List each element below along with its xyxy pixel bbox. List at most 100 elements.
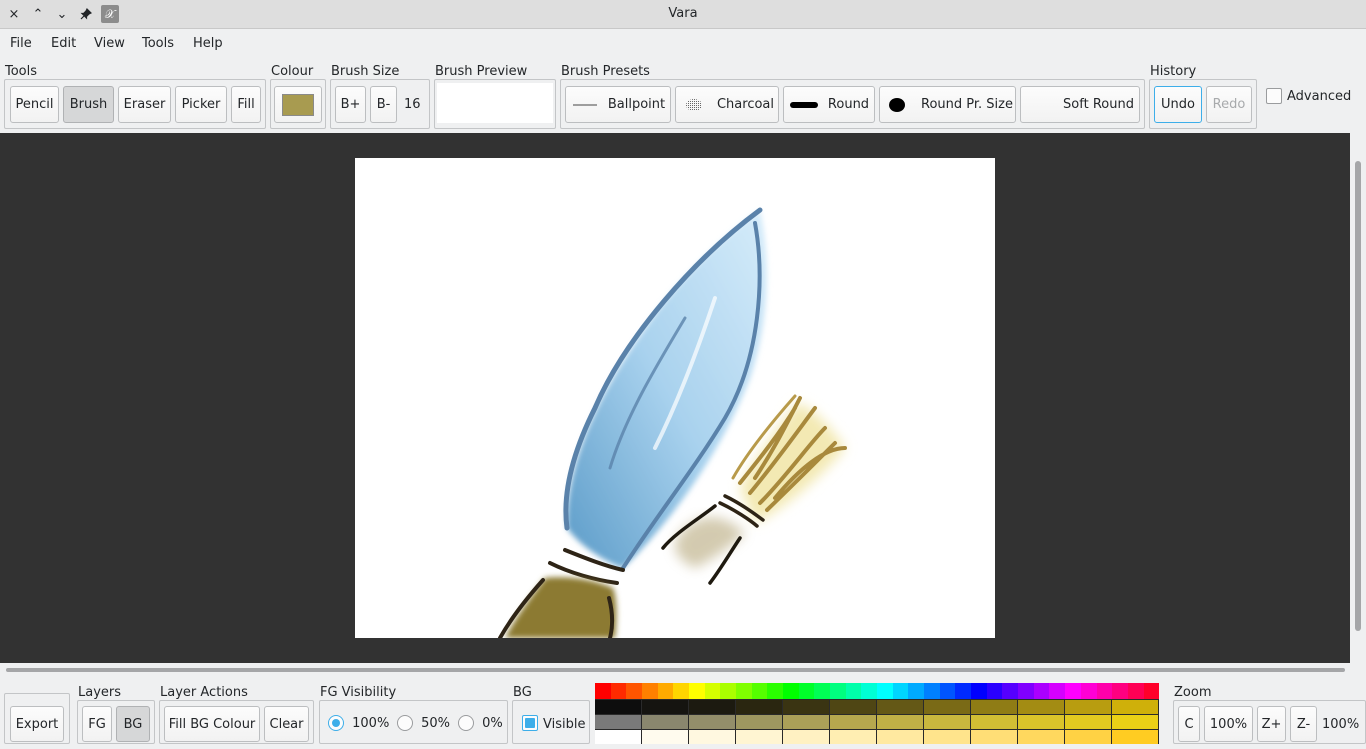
- palette-swatch[interactable]: [642, 699, 689, 714]
- palette-swatch[interactable]: [736, 714, 783, 729]
- palette-swatch[interactable]: [736, 683, 752, 699]
- export-button[interactable]: Export: [10, 706, 64, 742]
- palette-swatch[interactable]: [924, 729, 971, 744]
- palette-shade-rows[interactable]: [595, 699, 1159, 744]
- palette-swatch[interactable]: [830, 714, 877, 729]
- palette-swatch[interactable]: [595, 729, 642, 744]
- palette-swatch[interactable]: [1112, 729, 1159, 744]
- colour-button[interactable]: [274, 86, 322, 123]
- palette-swatch[interactable]: [877, 714, 924, 729]
- menu-help[interactable]: Help: [193, 36, 223, 51]
- palette-swatch[interactable]: [971, 699, 1018, 714]
- palette-swatch[interactable]: [689, 683, 705, 699]
- tool-brush-button[interactable]: Brush: [63, 86, 114, 123]
- palette-swatch[interactable]: [783, 683, 799, 699]
- palette-swatch[interactable]: [877, 699, 924, 714]
- tool-picker-button[interactable]: Picker: [175, 86, 227, 123]
- palette-swatch[interactable]: [1018, 699, 1065, 714]
- brush-size-decrease-button[interactable]: B-: [370, 86, 397, 123]
- palette-swatch[interactable]: [939, 683, 956, 699]
- palette-swatch[interactable]: [736, 729, 783, 744]
- palette-swatch[interactable]: [971, 729, 1018, 744]
- palette-swatch[interactable]: [1002, 683, 1019, 699]
- palette-swatch[interactable]: [751, 683, 768, 699]
- palette-swatch[interactable]: [595, 714, 642, 729]
- layer-fg-button[interactable]: FG: [82, 706, 112, 742]
- preset-charcoal-button[interactable]: Charcoal: [675, 86, 779, 123]
- palette-swatch[interactable]: [798, 683, 815, 699]
- palette-swatch[interactable]: [783, 729, 830, 744]
- fg-visibility-100-option[interactable]: 100%: [328, 715, 389, 731]
- brush-size-increase-button[interactable]: B+: [335, 86, 366, 123]
- preset-ballpoint-button[interactable]: Ballpoint: [565, 86, 671, 123]
- palette-swatch[interactable]: [704, 683, 721, 699]
- palette-swatch[interactable]: [1065, 714, 1112, 729]
- palette-swatch[interactable]: [971, 714, 1018, 729]
- fg-visibility-0-radio[interactable]: [458, 715, 474, 731]
- palette-swatch[interactable]: [924, 714, 971, 729]
- palette-swatch[interactable]: [642, 683, 658, 699]
- palette-shade-row[interactable]: [595, 714, 1159, 729]
- palette-swatch[interactable]: [1143, 683, 1160, 699]
- advanced-checkbox[interactable]: [1266, 88, 1282, 104]
- fill-bg-colour-button[interactable]: Fill BG Colour: [164, 706, 260, 742]
- palette-swatch[interactable]: [1112, 714, 1159, 729]
- palette-swatch[interactable]: [1065, 699, 1112, 714]
- vertical-scrollbar[interactable]: [1350, 133, 1366, 663]
- palette-swatch[interactable]: [1018, 683, 1034, 699]
- palette-swatch[interactable]: [1033, 683, 1050, 699]
- clear-button[interactable]: Clear: [264, 706, 309, 742]
- drawing-canvas[interactable]: [355, 158, 995, 638]
- palette-swatch[interactable]: [626, 683, 643, 699]
- palette-swatch[interactable]: [595, 683, 611, 699]
- preset-soft-round-button[interactable]: Soft Round: [1020, 86, 1140, 123]
- palette-swatch[interactable]: [642, 714, 689, 729]
- zoom-in-button[interactable]: Z+: [1257, 706, 1286, 742]
- fg-visibility-0-option[interactable]: 0%: [458, 715, 503, 731]
- palette-swatch[interactable]: [1112, 699, 1159, 714]
- palette-swatch[interactable]: [1018, 729, 1065, 744]
- palette-swatch[interactable]: [783, 699, 830, 714]
- zoom-center-button[interactable]: C: [1178, 706, 1200, 742]
- horizontal-scroll-thumb[interactable]: [6, 668, 1345, 672]
- palette-swatch[interactable]: [908, 683, 925, 699]
- palette-swatch[interactable]: [1065, 683, 1081, 699]
- palette-swatch[interactable]: [1112, 683, 1128, 699]
- bg-visible-checkbox[interactable]: [522, 715, 538, 731]
- palette-swatch[interactable]: [924, 699, 971, 714]
- palette-swatch[interactable]: [610, 683, 627, 699]
- palette-swatch[interactable]: [1065, 729, 1112, 744]
- palette-swatch[interactable]: [689, 714, 736, 729]
- preset-round-pr-size-button[interactable]: Round Pr. Size: [879, 86, 1016, 123]
- menu-tools[interactable]: Tools: [142, 36, 174, 51]
- palette-swatch[interactable]: [877, 729, 924, 744]
- palette-swatch[interactable]: [830, 699, 877, 714]
- fg-visibility-50-radio[interactable]: [397, 715, 413, 731]
- palette-swatch[interactable]: [830, 729, 877, 744]
- palette-shade-row[interactable]: [595, 729, 1159, 744]
- palette-swatch[interactable]: [861, 683, 878, 699]
- fg-visibility-100-radio[interactable]: [328, 715, 344, 731]
- menu-view[interactable]: View: [94, 36, 125, 51]
- palette-swatch[interactable]: [689, 729, 736, 744]
- zoom-reset-button[interactable]: 100%: [1204, 706, 1253, 742]
- tool-fill-button[interactable]: Fill: [231, 86, 261, 123]
- palette-swatch[interactable]: [673, 683, 690, 699]
- palette-swatch[interactable]: [955, 683, 972, 699]
- palette-shade-row[interactable]: [595, 699, 1159, 714]
- palette-swatch[interactable]: [1049, 683, 1066, 699]
- palette-swatch[interactable]: [877, 683, 893, 699]
- palette-swatch[interactable]: [892, 683, 909, 699]
- undo-button[interactable]: Undo: [1154, 86, 1202, 123]
- tool-eraser-button[interactable]: Eraser: [118, 86, 171, 123]
- palette-swatch[interactable]: [1096, 683, 1113, 699]
- palette-swatch[interactable]: [657, 683, 674, 699]
- palette-swatch[interactable]: [720, 683, 737, 699]
- vertical-scroll-thumb[interactable]: [1355, 161, 1361, 631]
- layer-bg-button[interactable]: BG: [116, 706, 150, 742]
- menu-file[interactable]: File: [10, 36, 32, 51]
- palette-swatch[interactable]: [845, 683, 862, 699]
- palette-hue-row[interactable]: [595, 683, 1160, 699]
- palette-swatch[interactable]: [689, 699, 736, 714]
- horizontal-scrollbar[interactable]: [0, 663, 1366, 678]
